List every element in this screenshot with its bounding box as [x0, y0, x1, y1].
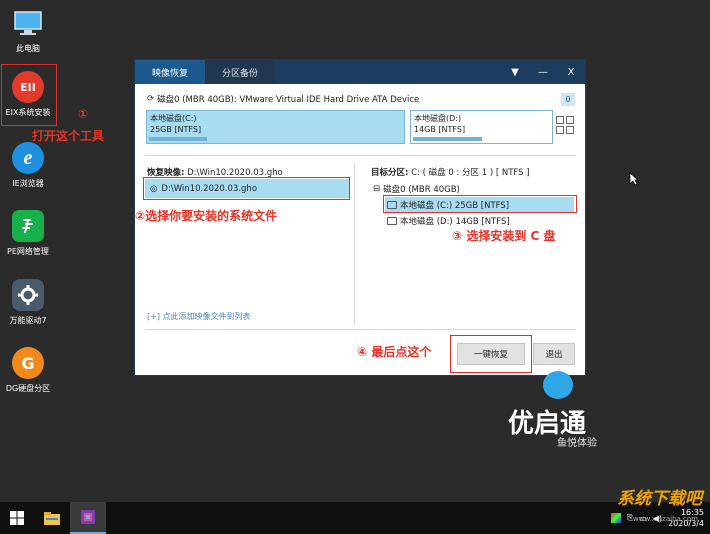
- divider: [145, 155, 576, 156]
- partition-d-usage-bar: [413, 137, 483, 141]
- desktop-icon-driver[interactable]: 万能驱动7: [0, 278, 56, 326]
- brand-tagline: 鱼悦体验: [557, 438, 597, 449]
- tree-partition-label: 本地磁盘 (D:) 14GB [NTFS]: [400, 216, 510, 227]
- annotation-step1-number: ①: [78, 107, 89, 121]
- partition-d-name: 本地磁盘(D:): [414, 114, 462, 123]
- drive-icon: [387, 216, 397, 225]
- diskgenius-icon: G: [11, 346, 45, 380]
- start-button[interactable]: [0, 502, 34, 534]
- tree-partition-d[interactable]: 本地磁盘 (D:) 14GB [NTFS]: [385, 213, 510, 228]
- target-partition-row: 目标分区: C: ( 磁盘 0 : 分区 1 ) [ NTFS ]: [371, 166, 530, 178]
- target-partition-label: 目标分区:: [371, 168, 409, 178]
- partition-c-usage-bar: [149, 137, 207, 141]
- desktop-icon-label: DG硬盘分区: [5, 384, 51, 393]
- divider: [145, 329, 576, 330]
- desktop-icon-this-pc[interactable]: 此电脑: [0, 6, 56, 54]
- close-button[interactable]: X: [557, 60, 585, 84]
- partition-c-size: 25GB [NTFS]: [150, 125, 202, 134]
- gear-icon: [11, 278, 45, 312]
- color-picker-icon[interactable]: [610, 513, 621, 523]
- collapse-icon[interactable]: ⊟: [373, 184, 380, 194]
- watermark-title: 系统下载吧: [617, 489, 702, 508]
- desktop-icon-label: 万能驱动7: [9, 316, 47, 325]
- minimize-button[interactable]: —: [529, 60, 557, 84]
- taskbar-eix-app[interactable]: [70, 502, 106, 534]
- annotation-step3: ③ 选择安装到 C 盘: [452, 229, 556, 243]
- highlight-image-file: [143, 177, 350, 200]
- taskbar: ⎘ ▭ ◀) 16:35 2020/3/4: [0, 502, 710, 534]
- highlight-eix-icon: [1, 64, 57, 126]
- disk-count-badge: 0: [561, 93, 575, 106]
- disk-header: ⟳ 磁盘0 (MBR 40GB): VMware Virtual IDE Har…: [147, 93, 419, 105]
- tab-image-restore[interactable]: 映像恢复: [135, 60, 205, 84]
- grid-view-icon[interactable]: [556, 116, 574, 134]
- diskgenius-glyph: G: [12, 347, 44, 379]
- desktop-icon-ie-browser[interactable]: e IE浏览器: [0, 141, 56, 189]
- desktop-icon-label: PE网络管理: [7, 247, 49, 256]
- tree-disk-node[interactable]: ⊟ 磁盘0 (MBR 40GB): [373, 183, 460, 195]
- divider-vertical: [354, 163, 355, 325]
- network-manager-icon: [11, 209, 45, 243]
- annotation-step4: ④ 最后点这个: [357, 345, 432, 359]
- refresh-icon[interactable]: ⟳: [147, 94, 154, 104]
- app-icon: [81, 510, 95, 524]
- watermark-url: www.xiazaiba.com: [633, 515, 698, 523]
- desktop-icon-diskgenius[interactable]: G DG硬盘分区: [0, 346, 56, 394]
- desktop-icon-label: IE浏览器: [12, 179, 44, 188]
- partition-c-name: 本地磁盘(C:): [150, 114, 197, 123]
- desktop-icon-label: 此电脑: [16, 44, 40, 53]
- brand-logo-icon: [543, 371, 573, 399]
- highlight-partition-c: [383, 195, 577, 213]
- partition-d-size: 14GB [NTFS]: [414, 125, 466, 134]
- folder-icon: [44, 511, 60, 525]
- ie-logo-glyph: e: [12, 142, 44, 174]
- exit-button[interactable]: 退出: [533, 343, 575, 365]
- dialog-titlebar: 映像恢复 分区备份 ▼ — X: [135, 60, 585, 84]
- desktop-icon-pe-network[interactable]: PE网络管理: [0, 209, 56, 257]
- tree-disk-label: 磁盘0 (MBR 40GB): [383, 185, 460, 195]
- add-image-link[interactable]: [+] 点此添加映像文件到列表: [147, 311, 251, 322]
- windows-logo-icon: [10, 511, 24, 525]
- taskbar-file-explorer[interactable]: [34, 502, 70, 534]
- ie-browser-icon: e: [11, 141, 45, 175]
- disk-header-text: 磁盘0 (MBR 40GB): VMware Virtual IDE Hard …: [157, 95, 420, 105]
- monitor-icon: [11, 6, 45, 40]
- annotation-step2: ②选择你要安装的系统文件: [135, 209, 278, 223]
- partition-d-block[interactable]: 本地磁盘(D:) 14GB [NTFS]: [410, 110, 553, 144]
- highlight-restore-button: [450, 335, 532, 373]
- mouse-cursor-icon: [629, 172, 639, 186]
- target-partition-value: C: ( 磁盘 0 : 分区 1 ) [ NTFS ]: [411, 168, 530, 178]
- tab-partition-backup[interactable]: 分区备份: [205, 60, 275, 84]
- partition-c-block[interactable]: 本地磁盘(C:) 25GB [NTFS]: [146, 110, 405, 144]
- menu-dropdown-button[interactable]: ▼: [501, 60, 529, 84]
